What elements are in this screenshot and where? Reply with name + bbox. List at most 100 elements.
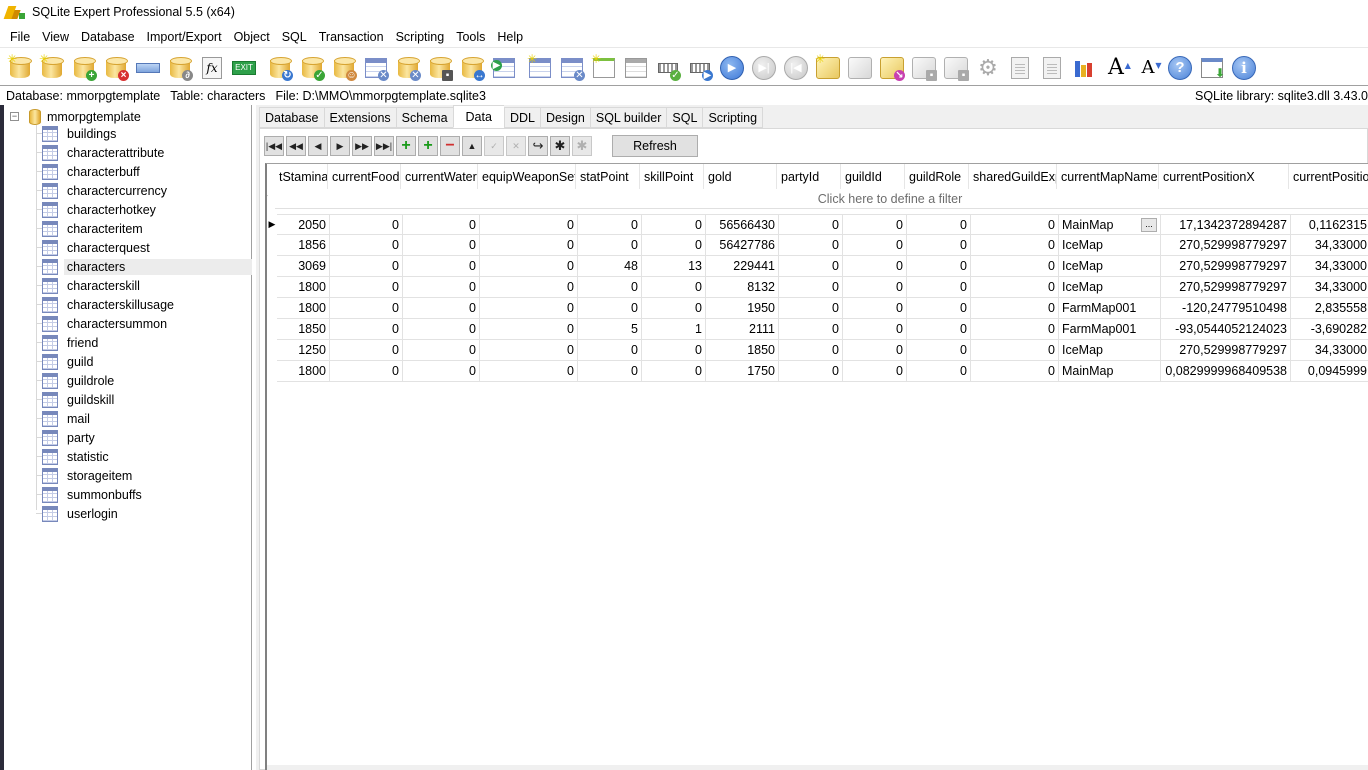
row-indicator[interactable]: [267, 361, 277, 382]
tree-item-storageitem[interactable]: storageitem: [4, 466, 252, 485]
cell-partyId[interactable]: 0: [779, 319, 843, 340]
cell-currentPositio[interactable]: 34,33000: [1291, 277, 1368, 298]
cell-currentMapName[interactable]: IceMap: [1059, 340, 1161, 361]
cell-skillPoint[interactable]: 0: [642, 235, 706, 256]
cell-skillPoint[interactable]: 0: [642, 361, 706, 382]
download-button[interactable]: ⬇: [1198, 54, 1226, 82]
cell-currentWater[interactable]: 0: [403, 319, 480, 340]
cell-tStamina[interactable]: 2050: [277, 214, 330, 235]
cell-currentWater[interactable]: 0: [403, 340, 480, 361]
cell-currentFood[interactable]: 0: [330, 235, 403, 256]
cell-currentWater[interactable]: 0: [403, 214, 480, 235]
tab-sql-builder[interactable]: SQL builder: [589, 107, 667, 128]
cell-equipWeaponSet[interactable]: 0: [480, 256, 578, 277]
cell-gold[interactable]: 1750: [706, 361, 779, 382]
cell-partyId[interactable]: 0: [779, 256, 843, 277]
font-decrease-button[interactable]: A ▼: [1134, 54, 1162, 82]
play-button[interactable]: ▶: [718, 54, 746, 82]
cell-guildRole[interactable]: 0: [907, 256, 971, 277]
tree-item-statistic[interactable]: statistic: [4, 447, 252, 466]
new-script-button[interactable]: ✳: [814, 53, 842, 82]
cell-currentFood[interactable]: 0: [330, 319, 403, 340]
cell-statPoint[interactable]: 0: [578, 340, 642, 361]
cell-guildId[interactable]: 0: [843, 235, 907, 256]
cell-currentWater[interactable]: 0: [403, 298, 480, 319]
cell-statPoint[interactable]: 0: [578, 277, 642, 298]
nav-last-button[interactable]: ▶▶|: [374, 136, 394, 156]
tree-item-characterskillusage[interactable]: characterskillusage: [4, 295, 252, 314]
menu-scripting[interactable]: Scripting: [390, 30, 451, 44]
cell-currentPositionX[interactable]: 0,0829999968409538: [1161, 361, 1291, 382]
copy-button[interactable]: [1006, 54, 1034, 82]
row-indicator[interactable]: [267, 256, 277, 277]
table-row[interactable]: 1250 0 0 0 0 0 1850 0 0 0 0 IceMap 270,529998779297 3…: [267, 340, 1368, 361]
tree-item-characterquest[interactable]: characterquest: [4, 238, 252, 257]
cell-equipWeaponSet[interactable]: 0: [480, 319, 578, 340]
menu-help[interactable]: Help: [491, 30, 529, 44]
filter-placeholder[interactable]: Click here to define a filter: [275, 192, 1368, 206]
paste-button[interactable]: [1038, 54, 1066, 82]
nav-append-button[interactable]: +: [418, 136, 438, 156]
cell-equipWeaponSet[interactable]: 0: [480, 235, 578, 256]
cell-guildId[interactable]: 0: [843, 214, 907, 235]
cell-skillPoint[interactable]: 0: [642, 277, 706, 298]
column-header-currentPositionX[interactable]: currentPositionX: [1159, 164, 1289, 189]
cell-guildRole[interactable]: 0: [907, 235, 971, 256]
cell-currentMapName[interactable]: IceMap: [1059, 256, 1161, 277]
new-database-button[interactable]: ✳: [6, 53, 34, 82]
execute-button[interactable]: ▶: [686, 54, 714, 82]
tree-item-characterhotkey[interactable]: characterhotkey: [4, 200, 252, 219]
row-indicator[interactable]: [267, 319, 277, 340]
cell-gold[interactable]: 56566430: [706, 214, 779, 235]
cell-currentWater[interactable]: 0: [403, 277, 480, 298]
menu-object[interactable]: Object: [228, 30, 276, 44]
cell-gold[interactable]: 8132: [706, 277, 779, 298]
cell-equipWeaponSet[interactable]: 0: [480, 340, 578, 361]
tree-item-guild[interactable]: guild: [4, 352, 252, 371]
table-row[interactable]: 1800 0 0 0 0 0 8132 0 0 0 0 IceMap 270,529998779297 3…: [267, 277, 1368, 298]
cell-guildRole[interactable]: 0: [907, 340, 971, 361]
nav-next-button[interactable]: ▶: [330, 136, 350, 156]
cell-currentFood[interactable]: 0: [330, 214, 403, 235]
table-row[interactable]: 1856 0 0 0 0 0 56427786 0 0 0 0 IceMap 270,529998779…: [267, 235, 1368, 256]
cell-partyId[interactable]: 0: [779, 340, 843, 361]
nav-edit-button[interactable]: ▲: [462, 136, 482, 156]
cell-skillPoint[interactable]: 0: [642, 214, 706, 235]
cell-currentPositio[interactable]: 0,1162315: [1291, 214, 1368, 235]
cell-currentPositio[interactable]: 34,33000: [1291, 340, 1368, 361]
cell-guildRole[interactable]: 0: [907, 214, 971, 235]
cell-currentPositio[interactable]: 0,0945999: [1291, 361, 1368, 382]
column-header-currentFood[interactable]: currentFood: [328, 164, 401, 189]
run-script-button[interactable]: ↘: [878, 54, 906, 82]
table-row[interactable]: 3069 0 0 0 48 13 229441 0 0 0 0 IceMap 270,529998779…: [267, 256, 1368, 277]
compare-database-button[interactable]: ↔: [458, 54, 486, 82]
cell-skillPoint[interactable]: 0: [642, 298, 706, 319]
cell-gold[interactable]: 1850: [706, 340, 779, 361]
menu-database[interactable]: Database: [75, 30, 141, 44]
step-back-button[interactable]: |◀: [782, 54, 810, 82]
cell-skillPoint[interactable]: 1: [642, 319, 706, 340]
cell-gold[interactable]: 229441: [706, 256, 779, 277]
info-button[interactable]: i: [1230, 54, 1258, 82]
cell-tStamina[interactable]: 1850: [277, 319, 330, 340]
tab-extensions[interactable]: Extensions: [323, 107, 396, 128]
detach-database-button[interactable]: ×: [102, 54, 130, 82]
collapse-icon[interactable]: −: [10, 112, 19, 121]
column-header-skillPoint[interactable]: skillPoint: [640, 164, 704, 189]
cell-currentPositionX[interactable]: 270,529998779297: [1161, 340, 1291, 361]
cell-guildId[interactable]: 0: [843, 277, 907, 298]
import-table-button[interactable]: ▶: [490, 54, 518, 82]
cell-currentWater[interactable]: 0: [403, 235, 480, 256]
tree-item-characterbuff[interactable]: characterbuff: [4, 162, 252, 181]
tab-design[interactable]: Design: [539, 107, 590, 128]
cell-currentPositio[interactable]: 34,33000: [1291, 235, 1368, 256]
cell-sharedGuildExp[interactable]: 0: [971, 361, 1059, 382]
tree-item-userlogin[interactable]: userlogin: [4, 504, 252, 523]
cell-gold[interactable]: 2111: [706, 319, 779, 340]
cell-currentMapName[interactable]: MainMap...: [1059, 214, 1161, 235]
cell-guildId[interactable]: 0: [843, 256, 907, 277]
rename-button[interactable]: [134, 54, 162, 82]
menu-transaction[interactable]: Transaction: [313, 30, 390, 44]
nav-refresh-record-button[interactable]: ↪: [528, 136, 548, 156]
cell-equipWeaponSet[interactable]: 0: [480, 298, 578, 319]
